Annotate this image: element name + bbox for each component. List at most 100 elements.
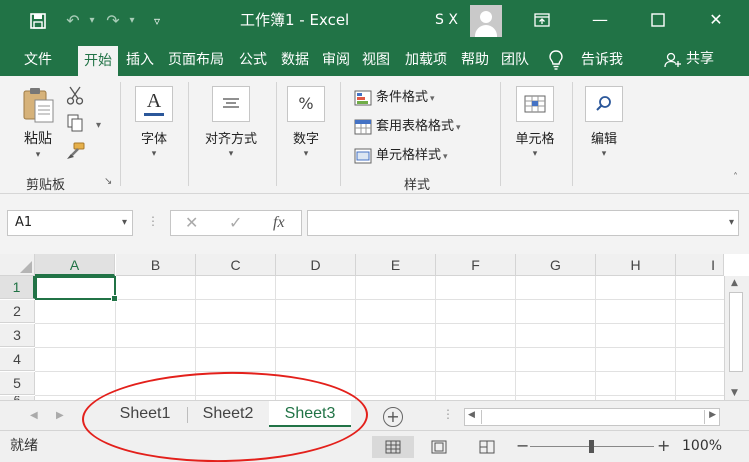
ribbon-display-options-button[interactable] <box>522 0 562 40</box>
column-header[interactable]: C <box>196 254 276 276</box>
customize-quick-access-icon[interactable]: ▿ <box>148 0 166 42</box>
save-icon[interactable] <box>26 0 50 45</box>
row-header[interactable]: 3 <box>0 324 35 347</box>
row-header[interactable]: 2 <box>0 300 35 323</box>
minimize-button[interactable]: — <box>580 0 620 40</box>
tell-me-search[interactable]: 告诉我 <box>581 42 623 78</box>
editing-label: 编辑 <box>590 132 617 147</box>
column-header[interactable]: A <box>35 254 115 276</box>
share-button[interactable]: 共享 <box>686 42 714 76</box>
share-person-icon[interactable] <box>664 52 682 72</box>
sheet-tab-sheet1[interactable]: Sheet1 <box>106 401 184 427</box>
percent-icon: % <box>287 86 325 122</box>
tab-help[interactable]: 帮助 <box>456 42 494 76</box>
alignment-button[interactable]: 对齐方式 ▾ <box>198 86 264 159</box>
format-painter-icon[interactable] <box>66 142 86 166</box>
enter-check-icon[interactable]: ✓ <box>229 211 242 235</box>
formula-input[interactable]: ▾ <box>307 210 739 236</box>
page-break-view-icon[interactable] <box>466 436 508 458</box>
page-layout-view-icon[interactable] <box>418 436 460 458</box>
paste-dropdown-icon[interactable]: ▾ <box>18 150 58 160</box>
active-cell[interactable] <box>35 276 118 302</box>
close-button[interactable]: ✕ <box>696 0 736 40</box>
scroll-right-icon[interactable]: ▶ <box>709 410 716 420</box>
styles-group-label: 样式 <box>404 178 431 193</box>
scroll-up-icon[interactable]: ▲ <box>731 278 738 288</box>
sheet-tab-bar: ◀ ▶ Sheet1 Sheet2 Sheet3 + ⋮ ◀ ▶ <box>0 400 749 430</box>
font-button[interactable]: A 字体 ▾ <box>132 86 176 159</box>
tab-team[interactable]: 团队 <box>496 42 534 76</box>
undo-icon[interactable]: ↶ <box>64 0 82 42</box>
paste-button[interactable]: 粘贴 ▾ <box>18 86 58 160</box>
sheet-tab-sheet3[interactable]: Sheet3 <box>269 401 351 427</box>
format-as-table-button[interactable]: 套用表格格式 ▾ <box>354 115 461 139</box>
tab-review[interactable]: 审阅 <box>317 42 355 76</box>
column-header[interactable]: D <box>276 254 356 276</box>
cells-label: 单元格 <box>515 132 555 147</box>
expand-formula-bar-icon[interactable]: ▾ <box>729 211 734 235</box>
column-header[interactable]: E <box>356 254 436 276</box>
undo-dropdown-icon[interactable]: ▾ <box>86 0 98 42</box>
paste-icon <box>21 86 55 124</box>
tab-formulas[interactable]: 公式 <box>233 42 273 76</box>
ribbon-separator <box>572 82 573 186</box>
next-sheet-icon[interactable]: ▶ <box>56 401 64 431</box>
scroll-down-icon[interactable]: ▼ <box>731 388 738 398</box>
prev-sheet-icon[interactable]: ◀ <box>30 401 38 431</box>
name-box-dropdown-icon[interactable]: ▾ <box>122 211 127 235</box>
vertical-scroll-thumb[interactable] <box>729 292 743 372</box>
cells-button[interactable]: 单元格 ▾ <box>510 86 560 159</box>
tab-page-layout[interactable]: 页面布局 <box>162 42 230 76</box>
column-header[interactable]: G <box>516 254 596 276</box>
collapse-ribbon-icon[interactable]: ˄ <box>733 172 738 183</box>
select-all-button[interactable] <box>0 254 35 276</box>
tab-add-ins[interactable]: 加载项 <box>398 42 454 76</box>
tab-bar-grip-icon[interactable]: ⋮ <box>442 407 454 421</box>
add-sheet-icon[interactable]: + <box>383 407 403 427</box>
cell-styles-button[interactable]: 单元格样式 ▾ <box>354 144 448 168</box>
column-header[interactable]: I <box>676 254 724 276</box>
cut-icon[interactable] <box>66 86 84 110</box>
name-box[interactable]: A1 ▾ <box>7 210 133 236</box>
tab-file[interactable]: 文件 <box>14 42 62 76</box>
copy-dropdown-icon[interactable]: ▾ <box>96 114 101 138</box>
copy-icon[interactable] <box>66 114 86 138</box>
lightbulb-icon[interactable] <box>548 50 566 70</box>
user-name[interactable]: S X <box>435 0 458 40</box>
redo-icon[interactable]: ↷ <box>104 0 122 42</box>
zoom-out-icon[interactable]: − <box>516 431 529 461</box>
tab-insert[interactable]: 插入 <box>120 42 160 76</box>
tab-data[interactable]: 数据 <box>275 42 315 76</box>
maximize-button[interactable] <box>638 0 678 40</box>
tab-home[interactable]: 开始 <box>78 46 118 76</box>
zoom-in-icon[interactable]: + <box>657 431 670 461</box>
row-header[interactable]: 5 <box>0 372 35 395</box>
zoom-slider-thumb[interactable] <box>589 440 594 453</box>
tab-view[interactable]: 视图 <box>357 42 395 76</box>
column-header[interactable]: B <box>116 254 196 276</box>
vertical-scrollbar[interactable]: ▲ ▼ <box>724 276 749 400</box>
number-button[interactable]: % 数字 ▾ <box>286 86 326 159</box>
formula-bar-area: A1 ▾ ⋮ ✕ ✓ fx ▾ <box>0 194 749 254</box>
column-header[interactable]: H <box>596 254 676 276</box>
zoom-level[interactable]: 100% <box>682 431 722 461</box>
row-header[interactable]: 1 <box>0 276 35 299</box>
scroll-left-icon[interactable]: ◀ <box>468 410 475 420</box>
conditional-formatting-dropdown-icon: ▾ <box>430 94 435 104</box>
clipboard-dialog-launcher-icon[interactable]: ↘ <box>104 176 112 187</box>
worksheet-grid[interactable]: A B C D E F G H I 1 2 3 4 5 6 ▲ ▼ <box>0 254 749 400</box>
normal-view-icon[interactable] <box>372 436 414 458</box>
sheet-tab-sheet2[interactable]: Sheet2 <box>190 401 266 427</box>
conditional-formatting-button[interactable]: 条件格式 ▾ <box>354 86 435 110</box>
row-header[interactable]: 4 <box>0 348 35 371</box>
formula-bar-grip-icon[interactable]: ⋮ <box>147 214 159 228</box>
redo-dropdown-icon[interactable]: ▾ <box>126 0 138 42</box>
horizontal-scroll-thumb[interactable] <box>481 410 705 424</box>
gridline <box>595 276 596 400</box>
horizontal-scrollbar[interactable]: ◀ ▶ <box>464 408 720 426</box>
avatar[interactable] <box>470 5 502 37</box>
cancel-icon[interactable]: ✕ <box>185 211 198 235</box>
editing-button[interactable]: 编辑 ▾ <box>582 86 626 159</box>
column-header[interactable]: F <box>436 254 516 276</box>
insert-function-icon[interactable]: fx <box>273 211 285 235</box>
